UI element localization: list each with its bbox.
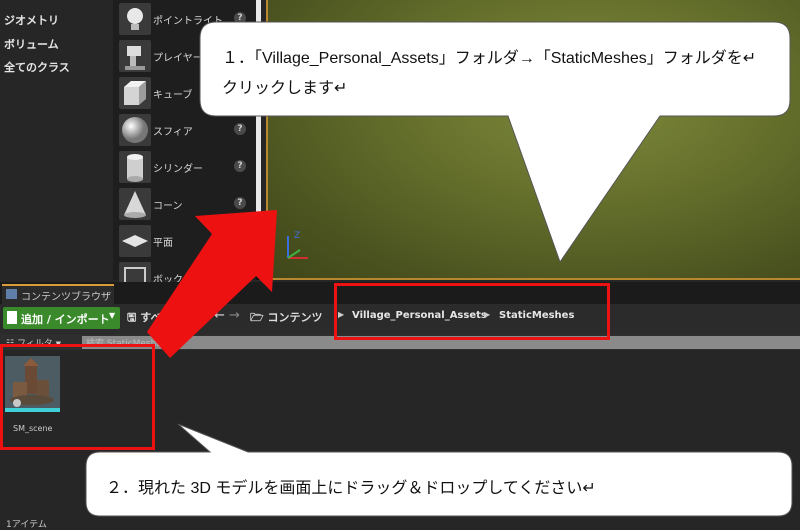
step1-text-line2: クリックします↵ bbox=[222, 80, 348, 97]
step1-text-line1: １．「Village_Personal_Assets」フォルダ→「StaticM… bbox=[222, 50, 757, 67]
step2-text: ２．現れた 3D モデルを画面上にドラッグ＆ドロップしてください↵ bbox=[106, 480, 596, 497]
callout-bubbles bbox=[85, 21, 793, 517]
